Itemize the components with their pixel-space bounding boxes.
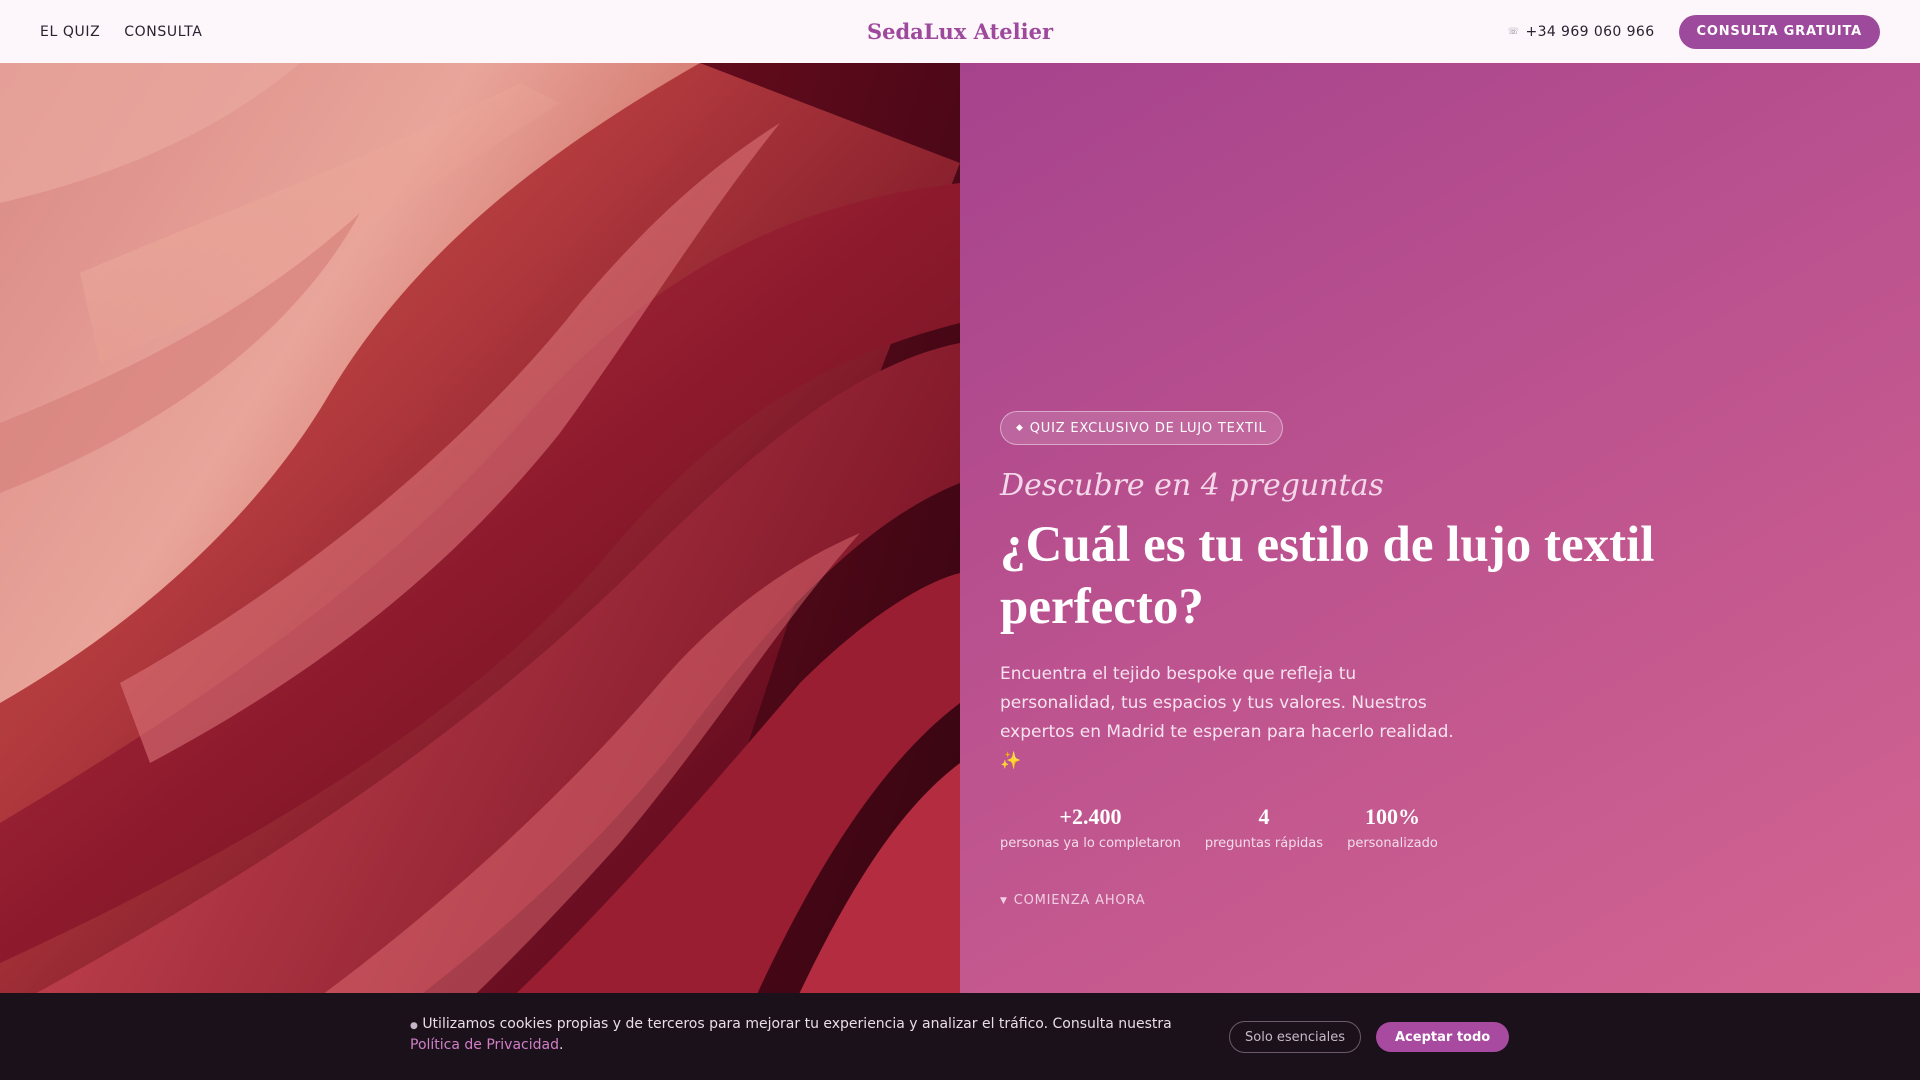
stat-label: preguntas rápidas (1204, 836, 1324, 851)
silk-fabric-illustration (0, 63, 960, 1080)
stat-value: 100% (1364, 804, 1420, 829)
nav-link-consulta[interactable]: CONSULTA (124, 24, 202, 40)
top-navigation: EL QUIZ CONSULTA SedaLux Atelier ☏ +34 9… (0, 0, 1920, 63)
hero-stats: +2.400 personas ya lo completaron 4 preg… (1000, 803, 1760, 851)
phone-link[interactable]: ☏ +34 969 060 966 (1508, 24, 1655, 40)
essential-cookies-button[interactable]: Solo esenciales (1229, 1021, 1362, 1053)
primary-nav: EL QUIZ CONSULTA (40, 0, 202, 63)
gem-icon: ◆ (1016, 423, 1024, 433)
hero-content: ◆ QUIZ EXCLUSIVO DE LUJO TEXTIL Descubre… (1000, 411, 1760, 908)
arrow-down-icon: ▼ (1000, 895, 1008, 906)
cookie-icon: ● (410, 1021, 418, 1031)
cookie-banner: ● Utilizamos cookies propias y de tercer… (0, 993, 1920, 1080)
start-quiz-label: COMIENZA AHORA (1013, 893, 1146, 908)
cookie-text-end: . (559, 1037, 564, 1053)
cookie-message: ● Utilizamos cookies propias y de tercer… (410, 1015, 1210, 1055)
stat-value: 4 (1258, 804, 1270, 829)
hero-lead: Encuentra el tejido bespoke que refleja … (1000, 660, 1460, 776)
privacy-policy-link[interactable]: Política de Privacidad (410, 1037, 559, 1053)
stat-personalized: 100% personalizado (1347, 803, 1438, 851)
free-consultation-button[interactable]: CONSULTA GRATUITA (1678, 14, 1880, 49)
start-quiz-link[interactable]: ▼ COMIENZA AHORA (1000, 893, 1145, 908)
cookie-text: Utilizamos cookies propias y de terceros… (422, 1016, 1172, 1032)
stat-label: personalizado (1347, 836, 1438, 851)
quiz-badge: ◆ QUIZ EXCLUSIVO DE LUJO TEXTIL (1000, 411, 1283, 445)
nav-actions: ☏ +34 969 060 966 CONSULTA GRATUITA (1508, 0, 1880, 63)
hero-subtitle: Descubre en 4 preguntas (1000, 468, 1384, 503)
stat-label: personas ya lo completaron (1000, 836, 1181, 851)
hero-headline: ¿Cuál es tu estilo de lujo textil perfec… (1000, 517, 1655, 635)
stat-completed: +2.400 personas ya lo completaron (1000, 803, 1181, 851)
hero-lead-text: Encuentra el tejido bespoke que refleja … (1000, 664, 1454, 742)
nav-link-quiz[interactable]: EL QUIZ (40, 24, 100, 40)
phone-icon: ☏ (1507, 26, 1520, 37)
sparkles-icon: ✨ (1000, 751, 1022, 771)
stat-value: +2.400 (1059, 804, 1122, 829)
stat-questions: 4 preguntas rápidas (1205, 803, 1323, 851)
accept-all-cookies-button[interactable]: Aceptar todo (1376, 1022, 1510, 1052)
hero-fabric-image (0, 63, 960, 1080)
phone-number: +34 969 060 966 (1525, 23, 1655, 40)
quiz-badge-label: QUIZ EXCLUSIVO DE LUJO TEXTIL (1029, 420, 1267, 436)
